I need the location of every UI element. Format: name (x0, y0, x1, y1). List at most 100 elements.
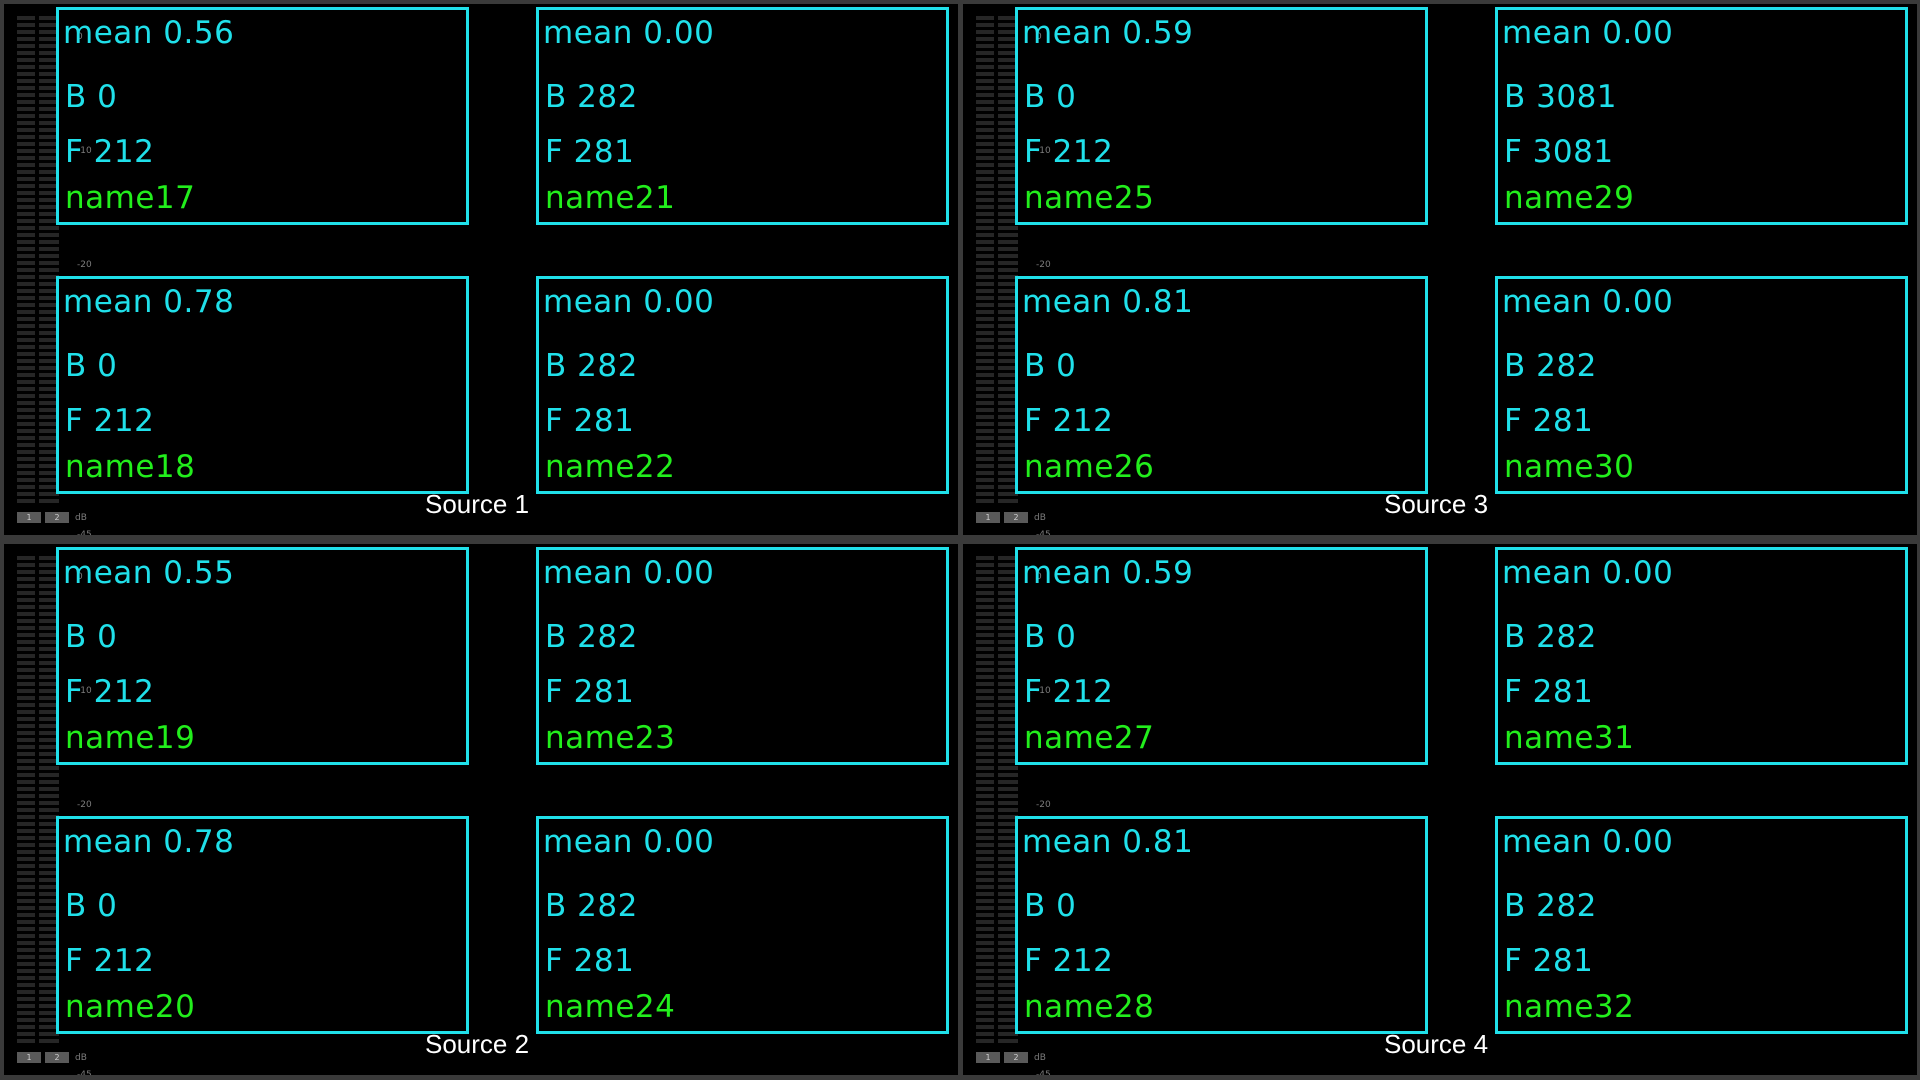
meter-channel-2-button[interactable]: 2 (1004, 1052, 1028, 1063)
audio-level-bars (17, 556, 59, 1046)
meter-channel-1-button[interactable]: 1 (17, 1052, 41, 1063)
f-value-text: F 212 (65, 674, 155, 710)
b-value-text: B 0 (65, 79, 118, 115)
meter-channel-1-button[interactable]: 1 (976, 1052, 1000, 1063)
meter-channel-2-button[interactable]: 2 (45, 1052, 69, 1063)
mean-value-text: mean 0.59 (1022, 555, 1194, 591)
mean-value-text: mean 0.00 (543, 284, 715, 320)
detection-box[interactable]: mean 0.81 B 0 F 212 name28 (1015, 816, 1428, 1034)
f-value-text: F 281 (1504, 943, 1594, 979)
detection-box[interactable]: mean 0.78 B 0 F 212 name18 (56, 276, 469, 494)
name-label: name30 (1504, 449, 1635, 485)
source-panel[interactable]: 0 -10 -20 -45 1 2 dB mean 0.56 B 0F 212 name17 mea… (4, 4, 958, 535)
name-label: name19 (65, 720, 196, 756)
f-value-text: F 281 (545, 674, 635, 710)
detection-box[interactable]: mean 0.00 B 282 F 281 name22 (536, 276, 949, 494)
name-label: name28 (1024, 989, 1155, 1025)
b-value-text: B 282 (545, 619, 638, 655)
f-value-text: F 212 (65, 403, 155, 439)
meter-channel-selector: 1 2 dB (17, 1052, 87, 1063)
detection-box[interactable]: mean 0.00 B 282 F 281 name31 (1495, 547, 1908, 765)
name-label: name32 (1504, 989, 1635, 1025)
detection-box[interactable]: mean 0.59 B 0 F 212 name25 (1015, 7, 1428, 225)
name-label: name22 (545, 449, 676, 485)
meter-tick-label: -20 (1036, 260, 1051, 270)
f-value-text: F 212 (1024, 134, 1114, 170)
name-label: name31 (1504, 720, 1635, 756)
mean-value-text: mean 0.81 (1022, 284, 1194, 320)
detection-box[interactable]: mean 0.00 B 282 F 281 name32 (1495, 816, 1908, 1034)
detection-box[interactable]: mean 0.00 B 282 F 281 name21 (536, 7, 949, 225)
b-value-text: B 282 (545, 79, 638, 115)
detection-box[interactable]: mean 0.00 B 282 F 281 name24 (536, 816, 949, 1034)
name-label: name29 (1504, 180, 1635, 216)
b-value-text: B 0 (1024, 888, 1077, 924)
meter-channel-1-button[interactable]: 1 (976, 512, 1000, 523)
mean-value-text: mean 0.55 (63, 555, 235, 591)
b-value-text: B 0 (65, 619, 118, 655)
audio-level-bars (976, 16, 1018, 506)
source-label: Source 4 (1384, 1029, 1489, 1059)
name-label: name17 (65, 180, 196, 216)
meter-unit-label: dB (1034, 1052, 1046, 1063)
b-value-text: B 282 (1504, 888, 1597, 924)
meter-unit-label: dB (75, 512, 87, 523)
audio-level-bars (17, 16, 59, 506)
mean-value-text: mean 0.00 (543, 824, 715, 860)
mean-value-text: mean 0.00 (1502, 824, 1674, 860)
mean-value-text: mean 0.78 (63, 284, 235, 320)
b-value-text: B 3081 (1504, 79, 1618, 115)
b-value-text: B 282 (1504, 619, 1597, 655)
name-label: name20 (65, 989, 196, 1025)
b-value-text: B 282 (545, 888, 638, 924)
source-panel[interactable]: 0 -10 -20 -45 1 2 dB mean 0.59 B 0F 212 name25 mea… (963, 4, 1917, 535)
meter-tick-label: -20 (77, 800, 92, 810)
name-label: name24 (545, 989, 676, 1025)
source-label: Source 2 (425, 1029, 530, 1059)
detection-box[interactable]: mean 0.00 B 3081 F 3081 name29 (1495, 7, 1908, 225)
meter-channel-selector: 1 2 dB (976, 512, 1046, 523)
b-value-text: B 0 (65, 888, 118, 924)
detection-box[interactable]: mean 0.59 B 0 F 212 name27 (1015, 547, 1428, 765)
f-value-text: F 281 (545, 134, 635, 170)
mean-value-text: mean 0.00 (1502, 15, 1674, 51)
meter-channel-selector: 1 2 dB (17, 512, 87, 523)
b-value-text: B 282 (545, 348, 638, 384)
meter-channel-selector: 1 2 dB (976, 1052, 1046, 1063)
b-value-text: B 0 (1024, 619, 1077, 655)
b-value-text: B 0 (1024, 79, 1077, 115)
f-value-text: F 281 (545, 403, 635, 439)
meter-channel-2-button[interactable]: 2 (1004, 512, 1028, 523)
f-value-text: F 212 (65, 943, 155, 979)
meter-tick-label: -20 (1036, 800, 1051, 810)
name-label: name21 (545, 180, 676, 216)
name-label: name26 (1024, 449, 1155, 485)
source-panel[interactable]: 0 -10 -20 -45 1 2 dB mean 0.59 B 0F 212 name27 mea… (963, 544, 1917, 1075)
mean-value-text: mean 0.81 (1022, 824, 1194, 860)
meter-channel-2-button[interactable]: 2 (45, 512, 69, 523)
f-value-text: F 212 (65, 134, 155, 170)
f-value-text: F 281 (1504, 674, 1594, 710)
name-label: name27 (1024, 720, 1155, 756)
b-value-text: B 282 (1504, 348, 1597, 384)
detection-box[interactable]: mean 0.56 B 0 F 212 name17 (56, 7, 469, 225)
mean-value-text: mean 0.56 (63, 15, 235, 51)
f-value-text: F 212 (1024, 403, 1114, 439)
mean-value-text: mean 0.78 (63, 824, 235, 860)
name-label: name23 (545, 720, 676, 756)
meter-tick-label: -45 (77, 1070, 92, 1075)
mean-value-text: mean 0.00 (1502, 284, 1674, 320)
meter-channel-1-button[interactable]: 1 (17, 512, 41, 523)
mean-value-text: mean 0.00 (543, 15, 715, 51)
source-panel[interactable]: 0 -10 -20 -45 1 2 dB mean 0.55 B 0F 212 name19 mea… (4, 544, 958, 1075)
detection-box[interactable]: mean 0.81 B 0 F 212 name26 (1015, 276, 1428, 494)
detection-box[interactable]: mean 0.00 B 282 F 281 name23 (536, 547, 949, 765)
meter-unit-label: dB (1034, 512, 1046, 523)
meter-tick-label: -20 (77, 260, 92, 270)
detection-box[interactable]: mean 0.00 B 282 F 281 name30 (1495, 276, 1908, 494)
detection-box[interactable]: mean 0.55 B 0 F 212 name19 (56, 547, 469, 765)
detection-box[interactable]: mean 0.78 B 0 F 212 name20 (56, 816, 469, 1034)
meter-tick-label: -45 (1036, 1070, 1051, 1075)
f-value-text: F 212 (1024, 943, 1114, 979)
b-value-text: B 0 (65, 348, 118, 384)
